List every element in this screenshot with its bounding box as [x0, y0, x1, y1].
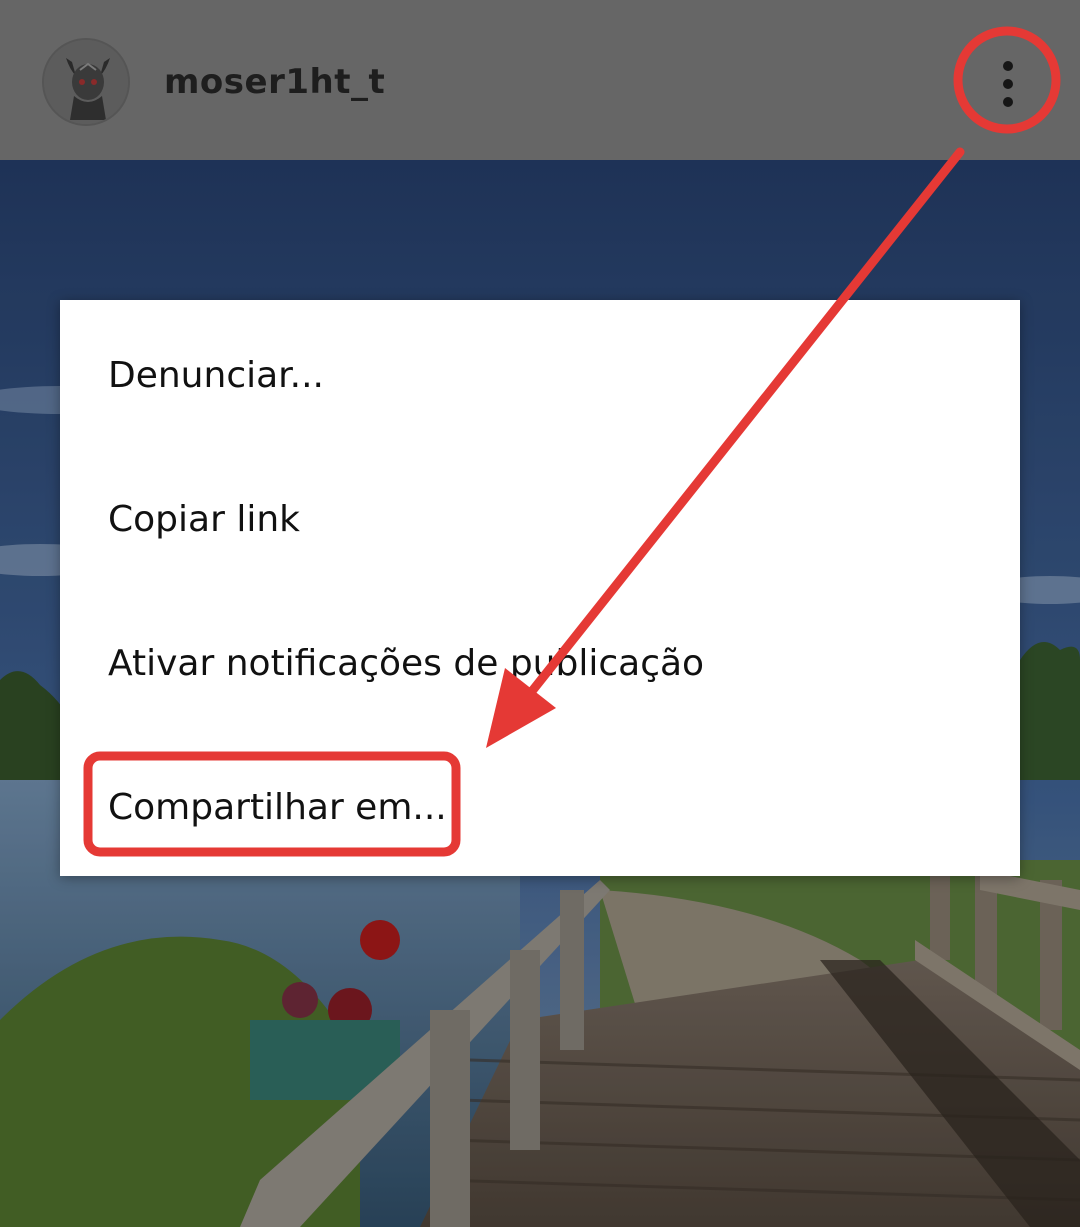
post-header: moser1ht_t — [0, 0, 1080, 160]
options-menu: Denunciar... Copiar link Ativar notifica… — [60, 300, 1020, 876]
menu-item-report[interactable]: Denunciar... — [108, 341, 324, 411]
menu-item-turn-on-notifications[interactable]: Ativar notificações de publicação — [108, 629, 704, 699]
devil-avatar-icon — [44, 40, 128, 124]
more-vertical-icon-dot — [1003, 79, 1013, 89]
more-options-button[interactable] — [966, 42, 1050, 126]
menu-item-copy-link[interactable]: Copiar link — [108, 485, 300, 555]
avatar[interactable] — [42, 38, 130, 126]
more-vertical-icon — [1003, 61, 1013, 71]
menu-item-share-to[interactable]: Compartilhar em... — [108, 773, 447, 843]
username[interactable]: moser1ht_t — [164, 62, 385, 102]
more-vertical-icon-dot — [1003, 97, 1013, 107]
